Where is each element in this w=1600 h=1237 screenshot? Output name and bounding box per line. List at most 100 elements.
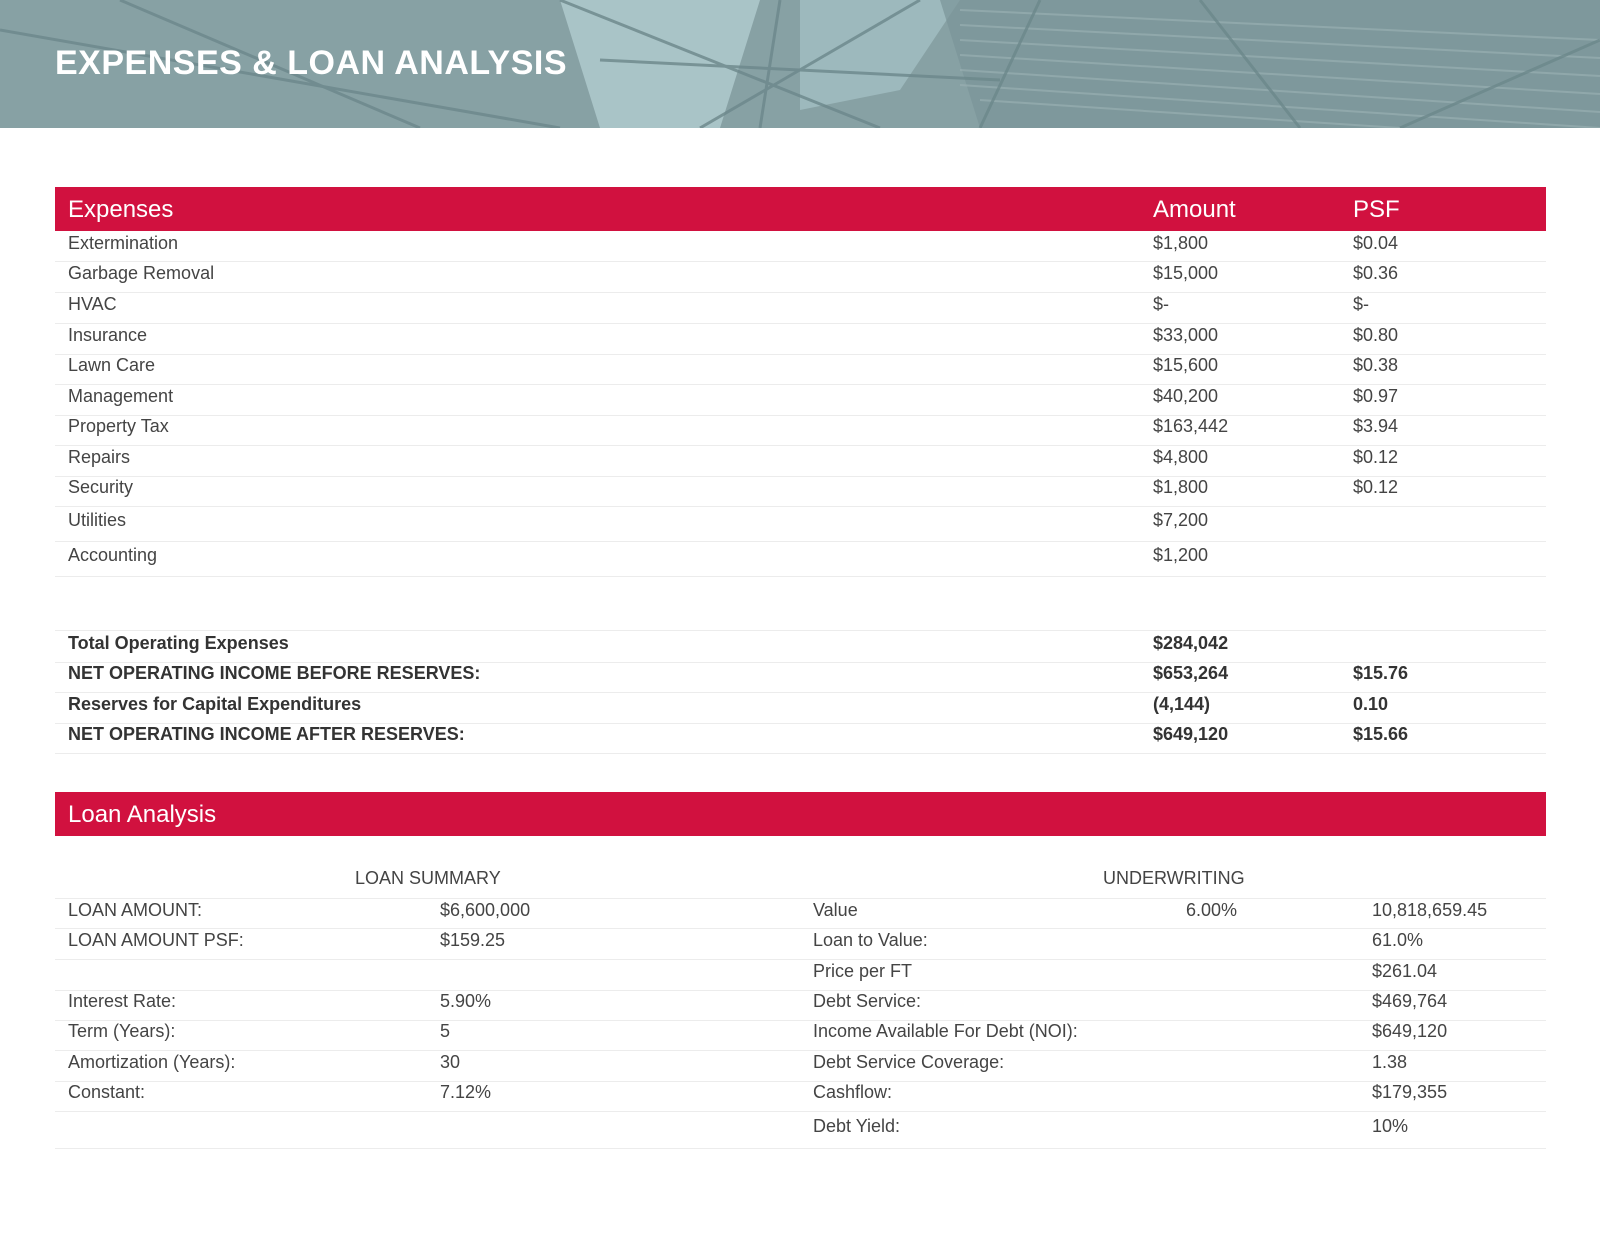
loan-analysis-header: Loan Analysis bbox=[55, 792, 1546, 836]
loan-summary-heading: LOAN SUMMARY bbox=[355, 868, 501, 888]
expense-psf: $- bbox=[1353, 294, 1370, 314]
expense-name: Property Tax bbox=[68, 416, 169, 436]
noi-after-reserves-row: NET OPERATING INCOME AFTER RESERVES: $64… bbox=[55, 724, 1546, 754]
header-banner: EXPENSES & LOAN ANALYSIS bbox=[0, 0, 1600, 128]
expense-name: Accounting bbox=[68, 545, 158, 565]
table-row: Lawn Care $15,600 $0.38 bbox=[55, 355, 1546, 385]
underwriting-rate: 6.00% bbox=[1186, 900, 1238, 920]
psf-column-header: PSF bbox=[1353, 196, 1400, 223]
total-label: Total Operating Expenses bbox=[68, 633, 289, 653]
total-psf: $15.66 bbox=[1353, 724, 1409, 744]
total-amount: $649,120 bbox=[1153, 724, 1229, 744]
total-amount: $284,042 bbox=[1153, 633, 1229, 653]
underwriting-label: Price per FT bbox=[813, 961, 913, 981]
expense-amount: $4,800 bbox=[1153, 447, 1209, 467]
table-row: Term (Years): 5 Income Available For Deb… bbox=[55, 1021, 1546, 1051]
loan-value: $159.25 bbox=[440, 930, 506, 950]
expense-psf: $0.12 bbox=[1353, 447, 1399, 467]
expense-name: Utilities bbox=[68, 510, 127, 530]
table-row: Insurance $33,000 $0.80 bbox=[55, 325, 1546, 355]
noi-before-reserves-row: NET OPERATING INCOME BEFORE RESERVES: $6… bbox=[55, 663, 1546, 693]
expense-amount: $1,800 bbox=[1153, 477, 1209, 497]
total-label: NET OPERATING INCOME BEFORE RESERVES: bbox=[68, 663, 481, 683]
underwriting-label: Loan to Value: bbox=[813, 930, 928, 950]
loan-label: Term (Years): bbox=[68, 1021, 176, 1041]
expense-name: Security bbox=[68, 477, 134, 497]
table-row: HVAC $- $- bbox=[55, 294, 1546, 324]
table-row: LOAN AMOUNT PSF: $159.25 Loan to Value: … bbox=[55, 930, 1546, 960]
expense-amount: $7,200 bbox=[1153, 510, 1209, 530]
expense-name: Management bbox=[68, 386, 174, 406]
table-row: Garbage Removal $15,000 $0.36 bbox=[55, 263, 1546, 293]
expense-name: Insurance bbox=[68, 325, 148, 345]
total-psf: 0.10 bbox=[1353, 694, 1389, 714]
table-row: Accounting $1,200 bbox=[55, 545, 1546, 577]
total-psf: $15.76 bbox=[1353, 663, 1409, 683]
loan-value: 7.12% bbox=[440, 1082, 492, 1102]
table-row: Extermination $1,800 $0.04 bbox=[55, 233, 1546, 262]
expense-psf: $0.80 bbox=[1353, 325, 1399, 345]
total-label: Reserves for Capital Expenditures bbox=[68, 694, 362, 714]
table-row: Utilities $7,200 bbox=[55, 510, 1546, 542]
loan-label: LOAN AMOUNT: bbox=[68, 900, 203, 920]
total-label: NET OPERATING INCOME AFTER RESERVES: bbox=[68, 724, 465, 744]
totals-divider bbox=[55, 600, 1546, 631]
underwriting-value: $469,764 bbox=[1372, 991, 1448, 1011]
expenses-table-header: Expenses Amount PSF bbox=[55, 187, 1546, 231]
total-amount: $653,264 bbox=[1153, 663, 1229, 683]
underwriting-label: Income Available For Debt (NOI): bbox=[813, 1021, 1078, 1041]
underwriting-value: $649,120 bbox=[1372, 1021, 1448, 1041]
underwriting-label: Debt Yield: bbox=[813, 1116, 901, 1136]
loan-analysis-title: Loan Analysis bbox=[68, 801, 217, 828]
table-row: Amortization (Years): 30 Debt Service Co… bbox=[55, 1052, 1546, 1082]
expense-psf: $0.36 bbox=[1353, 263, 1399, 283]
expenses-column-header: Expenses bbox=[68, 196, 174, 223]
total-operating-expenses-row: Total Operating Expenses $284,042 bbox=[55, 633, 1546, 663]
table-row: Security $1,800 $0.12 bbox=[55, 477, 1546, 507]
expense-amount: $15,000 bbox=[1153, 263, 1219, 283]
capital-reserves-row: Reserves for Capital Expenditures (4,144… bbox=[55, 694, 1546, 724]
expense-amount: $1,800 bbox=[1153, 233, 1209, 253]
expense-name: Lawn Care bbox=[68, 355, 156, 375]
underwriting-value: 1.38 bbox=[1372, 1052, 1408, 1072]
loan-value: 5 bbox=[440, 1021, 451, 1041]
loan-value: 30 bbox=[440, 1052, 461, 1072]
loan-value: 5.90% bbox=[440, 991, 492, 1011]
table-row: Price per FT $261.04 bbox=[55, 961, 1546, 991]
expense-psf: $0.97 bbox=[1353, 386, 1399, 406]
expense-amount: $40,200 bbox=[1153, 386, 1219, 406]
subheading-divider bbox=[55, 892, 1546, 899]
underwriting-value: 10,818,659.45 bbox=[1372, 900, 1488, 920]
underwriting-value: $261.04 bbox=[1372, 961, 1438, 981]
expense-psf: $3.94 bbox=[1353, 416, 1399, 436]
expense-amount: $33,000 bbox=[1153, 325, 1219, 345]
underwriting-label: Debt Service Coverage: bbox=[813, 1052, 1005, 1072]
table-row: Constant: 7.12% Cashflow: $179,355 bbox=[55, 1082, 1546, 1112]
underwriting-value: 61.0% bbox=[1372, 930, 1424, 950]
expense-psf: $0.04 bbox=[1353, 233, 1399, 253]
page-title: EXPENSES & LOAN ANALYSIS bbox=[55, 44, 568, 82]
expense-psf: $0.12 bbox=[1353, 477, 1399, 497]
expense-amount: $- bbox=[1153, 294, 1170, 314]
table-row: Property Tax $163,442 $3.94 bbox=[55, 416, 1546, 446]
expense-name: Extermination bbox=[68, 233, 179, 253]
table-row: LOAN AMOUNT: $6,600,000 Value 6.00% 10,8… bbox=[55, 900, 1546, 929]
underwriting-label: Debt Service: bbox=[813, 991, 922, 1011]
table-row: Interest Rate: 5.90% Debt Service: $469,… bbox=[55, 991, 1546, 1021]
loan-label: Amortization (Years): bbox=[68, 1052, 236, 1072]
table-row: Debt Yield: 10% bbox=[55, 1116, 1546, 1149]
expense-name: Garbage Removal bbox=[68, 263, 215, 283]
underwriting-label: Cashflow: bbox=[813, 1082, 893, 1102]
expense-amount: $163,442 bbox=[1153, 416, 1229, 436]
underwriting-heading: UNDERWRITING bbox=[1103, 868, 1245, 888]
expense-psf: $0.38 bbox=[1353, 355, 1399, 375]
table-row: Management $40,200 $0.97 bbox=[55, 386, 1546, 416]
underwriting-value: 10% bbox=[1372, 1116, 1409, 1136]
expense-name: Repairs bbox=[68, 447, 131, 467]
expense-amount: $1,200 bbox=[1153, 545, 1209, 565]
loan-label: LOAN AMOUNT PSF: bbox=[68, 930, 244, 950]
underwriting-value: $179,355 bbox=[1372, 1082, 1448, 1102]
loan-label: Constant: bbox=[68, 1082, 146, 1102]
loan-label: Interest Rate: bbox=[68, 991, 177, 1011]
amount-column-header: Amount bbox=[1153, 196, 1236, 223]
